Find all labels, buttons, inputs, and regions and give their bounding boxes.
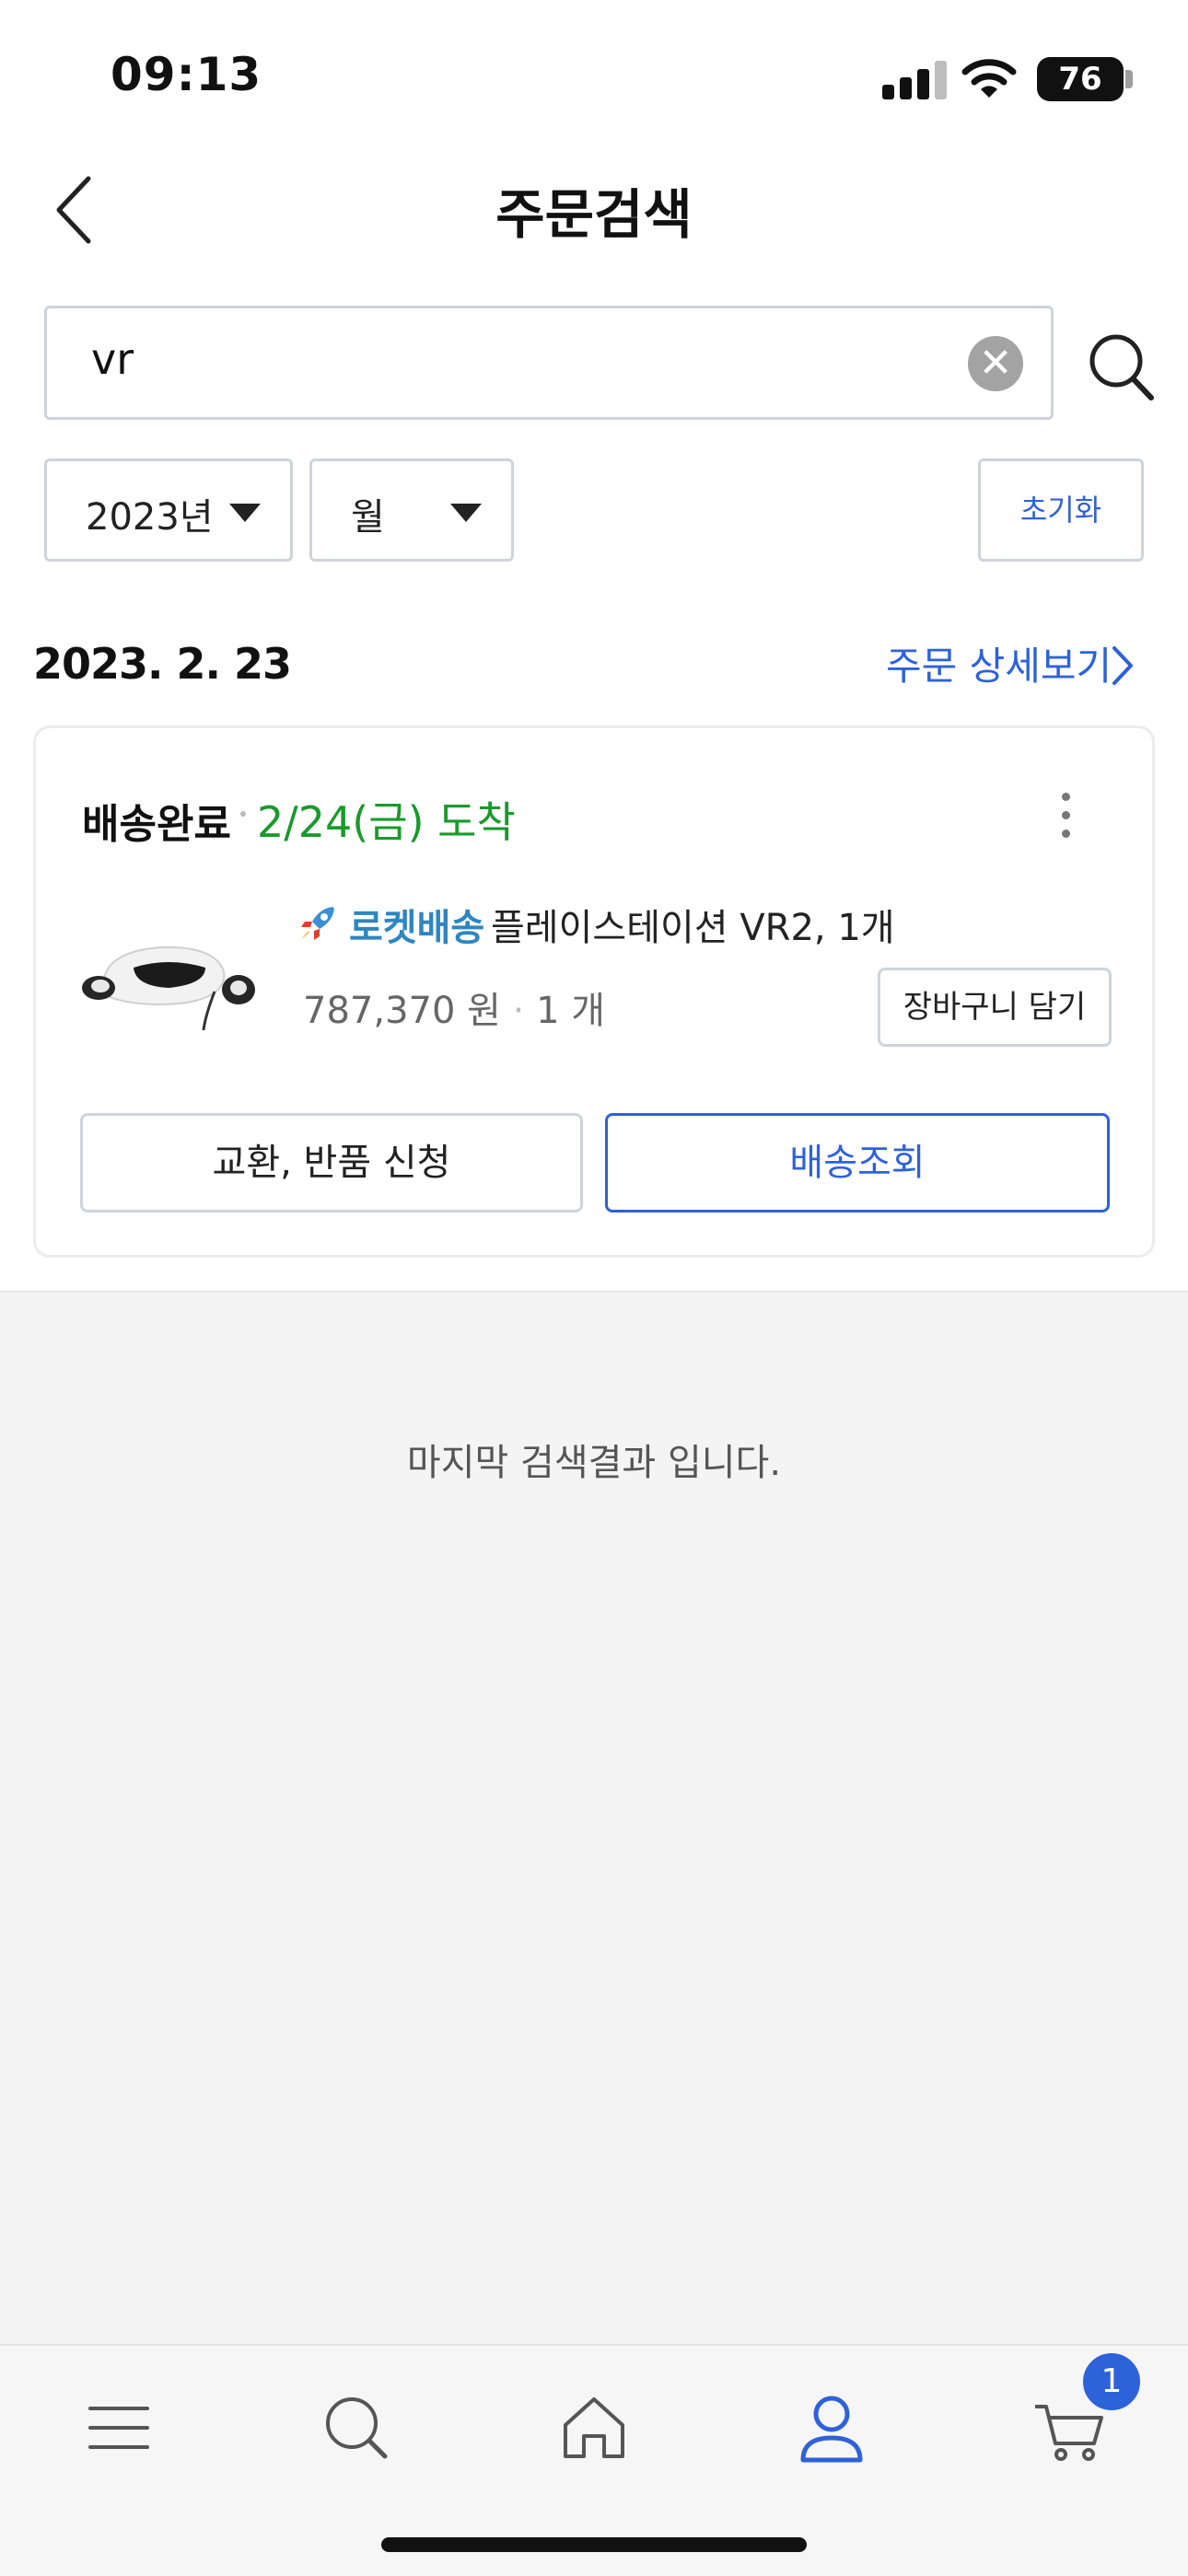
year-select[interactable]: 2023년: [44, 458, 293, 562]
rocket-icon: [301, 907, 334, 940]
reset-button[interactable]: 초기화: [978, 458, 1144, 562]
order-date: 2023. 2. 23: [33, 639, 292, 689]
chevron-right-icon[interactable]: [1109, 644, 1136, 687]
more-options-icon[interactable]: [1056, 787, 1075, 844]
battery-icon: 76: [1037, 57, 1124, 101]
rocket-delivery-label: 로켓배송: [349, 907, 485, 949]
cart-count-badge: 1: [1079, 2350, 1144, 2414]
separator-dot: [240, 811, 246, 817]
order-detail-link[interactable]: 주문 상세보기: [886, 635, 1112, 691]
wifi-icon: [961, 59, 1017, 98]
month-select[interactable]: 월: [309, 458, 514, 562]
product-quantity: 1 개: [536, 990, 606, 1032]
arrival-date: 2/24(금) 도착: [257, 797, 516, 847]
track-delivery-button[interactable]: 배송조회: [605, 1113, 1110, 1213]
month-select-value: 월: [351, 496, 385, 539]
search-input[interactable]: vr ✕: [44, 306, 1054, 420]
product-price: 787,370 원: [303, 990, 501, 1032]
year-select-value: 2023년: [86, 496, 214, 539]
exchange-return-button[interactable]: 교환, 반품 신청: [80, 1113, 583, 1213]
home-icon[interactable]: [553, 2386, 635, 2469]
page-title: 주문검색: [495, 183, 693, 246]
caret-down-icon: [229, 504, 261, 522]
product-image[interactable]: [76, 923, 261, 1034]
caret-down-icon: [450, 504, 482, 522]
search-input-value[interactable]: vr: [91, 334, 134, 384]
add-to-cart-button[interactable]: 장바구니 담기: [878, 968, 1112, 1047]
product-name[interactable]: 플레이스테이션 VR2, 1개: [491, 898, 895, 951]
clear-search-icon[interactable]: ✕: [968, 336, 1023, 391]
separator-dot: ·: [512, 990, 537, 1032]
home-indicator[interactable]: [381, 2537, 807, 2552]
order-card: 배송완료 2/24(금) 도착 로켓배송 플레이스테이션 VR2, 1개 787…: [33, 725, 1155, 1258]
search-icon[interactable]: [1087, 330, 1157, 403]
menu-icon[interactable]: [77, 2386, 160, 2469]
status-time: 09:13: [111, 48, 262, 101]
delivery-status: 배송완료: [82, 801, 231, 848]
end-of-results-message: 마지막 검색결과 입니다.: [406, 1442, 782, 1484]
cellular-signal-icon: [882, 61, 949, 99]
user-icon[interactable]: [790, 2386, 873, 2469]
price-line: 787,370 원 · 1 개: [303, 981, 605, 1034]
search-icon[interactable]: [315, 2386, 398, 2469]
battery-tip: [1125, 70, 1133, 88]
